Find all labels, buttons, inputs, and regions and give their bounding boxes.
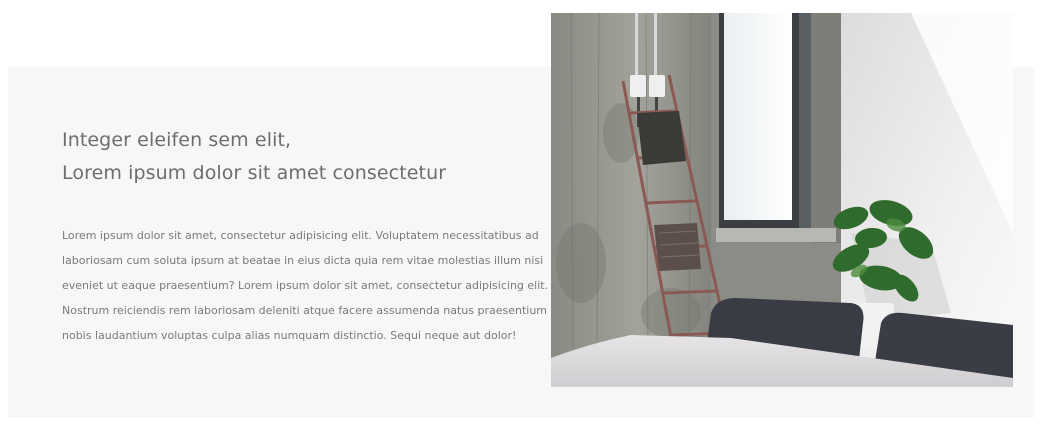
heading-line-1: Integer eleifen sem elit, xyxy=(62,129,292,151)
interior-illustration xyxy=(551,13,1013,387)
feature-heading: Integer eleifen sem elit, Lorem ipsum do… xyxy=(62,124,532,190)
page: Integer eleifen sem elit, Lorem ipsum do… xyxy=(0,0,1047,430)
heading-line-2: Lorem ipsum dolor sit amet consectetur xyxy=(62,162,447,184)
body-line: eveniet ut eaque praesentium? Lorem ipsu… xyxy=(62,279,549,292)
feature-body-text: Lorem ipsum dolor sit amet, consectetur … xyxy=(62,223,572,348)
body-line: laboriosam cum soluta ipsum at beatae in… xyxy=(62,254,544,267)
body-line: Lorem ipsum dolor sit amet, consectetur … xyxy=(62,229,539,242)
interior-photo xyxy=(551,13,1013,387)
body-line: Nostrum reiciendis rem laboriosam deleni… xyxy=(62,304,572,317)
body-line: nobis laudantium voluptas culpa alias nu… xyxy=(62,329,517,342)
